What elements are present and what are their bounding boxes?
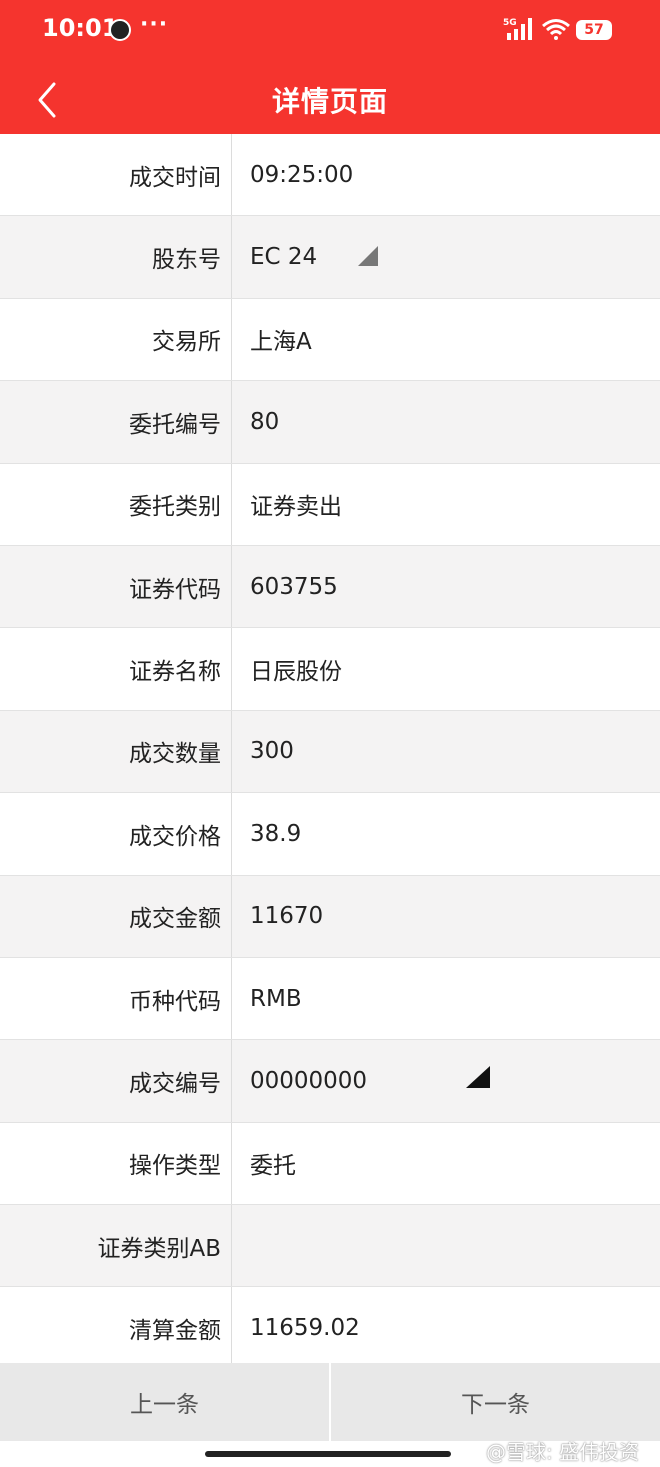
table-row: 币种代码 RMB [0,957,660,1041]
table-row: 成交价格 38.9 [0,793,660,876]
redaction-mark [358,246,378,267]
table-row: 成交金额 11670 [0,875,660,958]
row-label: 成交金额 [129,906,221,933]
row-label: 委托类别 [129,494,221,521]
redaction-mark [466,1066,490,1089]
column-divider [231,1205,232,1287]
app-header: 10:01 ··· 5G 57 详情页面 [0,0,660,134]
column-divider [231,381,232,463]
table-row: 证券名称 日辰股份 [0,628,660,711]
signal-icon: 5G [503,16,537,46]
row-label: 币种代码 [129,988,221,1015]
detail-table: 成交时间 09:25:00 股东号 EC 24 交易所 上海A 委托编号 80 … [0,134,660,1370]
row-value: 38.9 [250,820,302,847]
notification-app-icon [109,19,131,41]
row-value: 11659.02 [250,1315,360,1342]
footer-nav: 上一条 下一条 [0,1363,660,1441]
column-divider [231,628,232,710]
battery-indicator: 57 [576,20,612,40]
table-row: 成交时间 09:25:00 [0,134,660,217]
table-row: 委托类别 证券卖出 [0,463,660,546]
column-divider [231,298,232,381]
status-bar: 10:01 ··· 5G 57 [0,0,660,62]
row-value: 11670 [250,903,324,930]
table-row: 委托编号 80 [0,381,660,464]
row-label: 成交数量 [129,741,221,768]
row-value: 上海A [250,329,312,356]
row-value: 300 [250,738,294,765]
row-label: 委托编号 [129,411,221,438]
home-indicator[interactable] [205,1451,451,1457]
row-label: 证券名称 [129,659,221,686]
column-divider [231,1287,232,1369]
table-row: 成交编号 00000000 [0,1040,660,1123]
column-divider [231,216,232,298]
column-divider [231,545,232,628]
table-row: 股东号 EC 24 [0,216,660,299]
column-divider [231,957,232,1040]
table-row: 证券代码 603755 [0,545,660,629]
row-label: 成交时间 [129,164,221,191]
row-label: 成交编号 [129,1070,221,1097]
table-row: 清算金额 11659.02 [0,1287,660,1370]
row-label: 清算金额 [129,1318,221,1345]
column-divider [231,875,232,957]
column-divider [231,1040,232,1122]
row-label: 证券代码 [129,576,221,603]
row-value: 603755 [250,573,338,600]
row-value: EC 24 [250,244,318,271]
table-row: 操作类型 委托 [0,1122,660,1206]
column-divider [231,793,232,875]
table-row: 成交数量 300 [0,710,660,794]
more-notifications-icon: ··· [140,12,169,37]
row-label: 证券类别AB [97,1235,221,1262]
row-value: 日辰股份 [250,659,342,686]
row-label: 操作类型 [129,1153,221,1180]
page-title: 详情页面 [271,85,388,118]
next-record-button[interactable]: 下一条 [331,1363,660,1441]
row-value: 09:25:00 [250,161,354,188]
network-type-label: 5G [503,18,517,28]
row-label: 交易所 [152,329,221,356]
column-divider [231,134,232,216]
row-label: 成交价格 [129,823,221,850]
column-divider [231,710,232,793]
wifi-icon [541,18,571,44]
prev-record-button[interactable]: 上一条 [0,1363,329,1441]
row-value: 00000000 [250,1067,368,1094]
row-value: 80 [250,408,280,435]
row-value: 证券卖出 [250,494,342,521]
row-value: RMB [250,985,302,1012]
table-row: 证券类别AB [0,1205,660,1288]
row-label: 股东号 [152,247,221,274]
column-divider [231,1122,232,1205]
column-divider [231,463,232,545]
table-row: 交易所 上海A [0,298,660,382]
status-time: 10:01 [42,14,119,42]
watermark: @雪球: 盛伟投资 [486,1440,640,1464]
row-value: 委托 [250,1153,296,1180]
